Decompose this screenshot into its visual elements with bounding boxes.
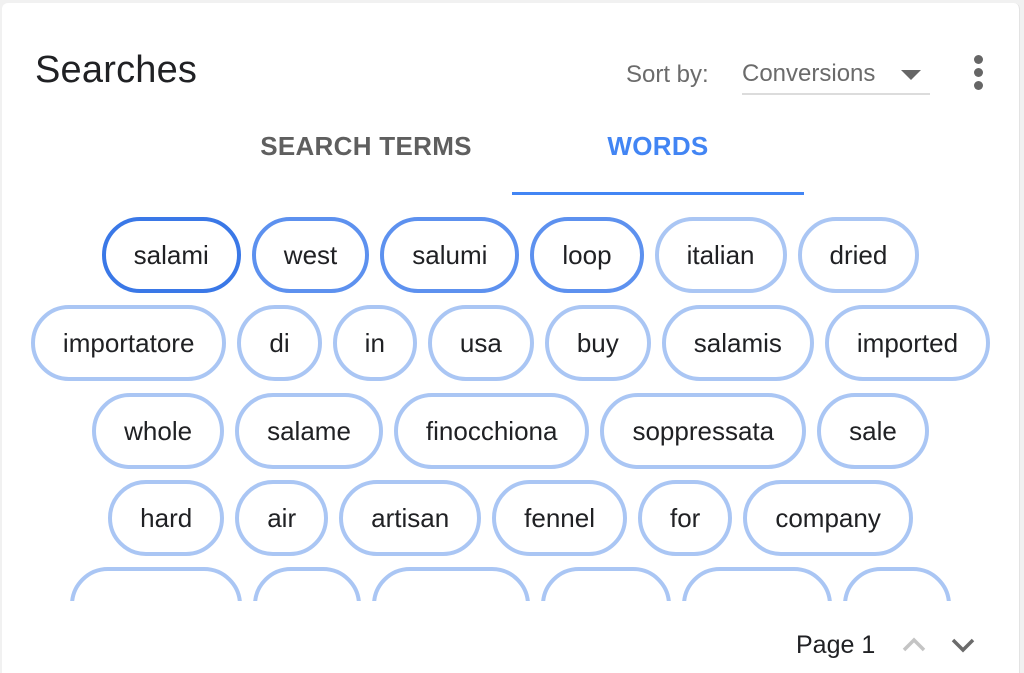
page-indicator: Page 1	[796, 631, 876, 659]
word-chip[interactable]: importatore	[30, 305, 227, 381]
word-chip[interactable]	[541, 567, 671, 601]
previous-page-button[interactable]	[896, 627, 932, 663]
sort-by-label: Sort by:	[626, 61, 709, 88]
kebab-dot-icon	[974, 81, 983, 90]
word-row	[2, 567, 1019, 601]
kebab-dot-icon	[974, 68, 983, 77]
more-options-button[interactable]	[967, 53, 991, 93]
word-chip[interactable]: salamis	[661, 305, 814, 381]
word-chip[interactable]: italian	[654, 217, 787, 293]
word-chip[interactable]: air	[235, 480, 329, 556]
word-chip[interactable]: imported	[824, 305, 991, 381]
word-chip[interactable]: artisan	[339, 480, 482, 556]
chevron-up-icon	[902, 637, 926, 652]
card-title: Searches	[35, 49, 198, 91]
tab-search-terms[interactable]: SEARCH TERMS	[227, 127, 505, 195]
kebab-dot-icon	[974, 55, 983, 64]
word-cloud: salami west salumi loop italian dried importat…	[2, 217, 1019, 601]
word-row: importatore di in usa buy salamis imported	[2, 305, 1019, 385]
word-chip[interactable]: salame	[235, 393, 383, 469]
word-row: whole salame finocchiona soppressata sale	[2, 393, 1019, 473]
word-chip[interactable]: di	[237, 305, 322, 381]
word-chip[interactable]: finocchiona	[393, 393, 590, 469]
word-chip[interactable]	[682, 567, 832, 601]
word-chip[interactable]: dried	[797, 217, 920, 293]
word-row: salami west salumi loop italian dried	[2, 217, 1019, 297]
word-chip[interactable]: salami	[101, 217, 241, 293]
word-chip[interactable]: usa	[427, 305, 534, 381]
word-chip[interactable]	[253, 567, 361, 601]
tab-search-terms-label: SEARCH TERMS	[260, 131, 472, 161]
word-chip[interactable]: company	[743, 480, 913, 556]
tab-words[interactable]: WORDS	[512, 127, 804, 195]
sort-by-dropdown[interactable]: Conversions	[742, 55, 930, 95]
word-chip[interactable]: for	[638, 480, 733, 556]
word-chip[interactable]: loop	[530, 217, 644, 293]
word-chip[interactable]: soppressata	[600, 393, 807, 469]
word-chip[interactable]	[70, 567, 242, 601]
word-chip[interactable]: in	[332, 305, 417, 381]
word-chip[interactable]: salumi	[380, 217, 520, 293]
word-chip[interactable]: west	[251, 217, 370, 293]
chevron-down-icon	[951, 638, 975, 653]
word-chip[interactable]: buy	[544, 305, 651, 381]
word-chip[interactable]	[372, 567, 530, 601]
word-chip[interactable]: sale	[817, 393, 929, 469]
word-chip[interactable]: whole	[92, 393, 225, 469]
word-chip[interactable]: fennel	[492, 480, 627, 556]
word-chip[interactable]: hard	[108, 480, 225, 556]
searches-card: Searches Sort by: Conversions SEARCH TER…	[2, 3, 1020, 673]
word-row: hard air artisan fennel for company	[2, 480, 1019, 560]
dropdown-caret-icon	[901, 70, 921, 80]
word-chip[interactable]	[843, 567, 951, 601]
tab-words-label: WORDS	[607, 131, 709, 161]
next-page-button[interactable]	[945, 627, 981, 663]
sort-by-value: Conversions	[742, 60, 876, 87]
